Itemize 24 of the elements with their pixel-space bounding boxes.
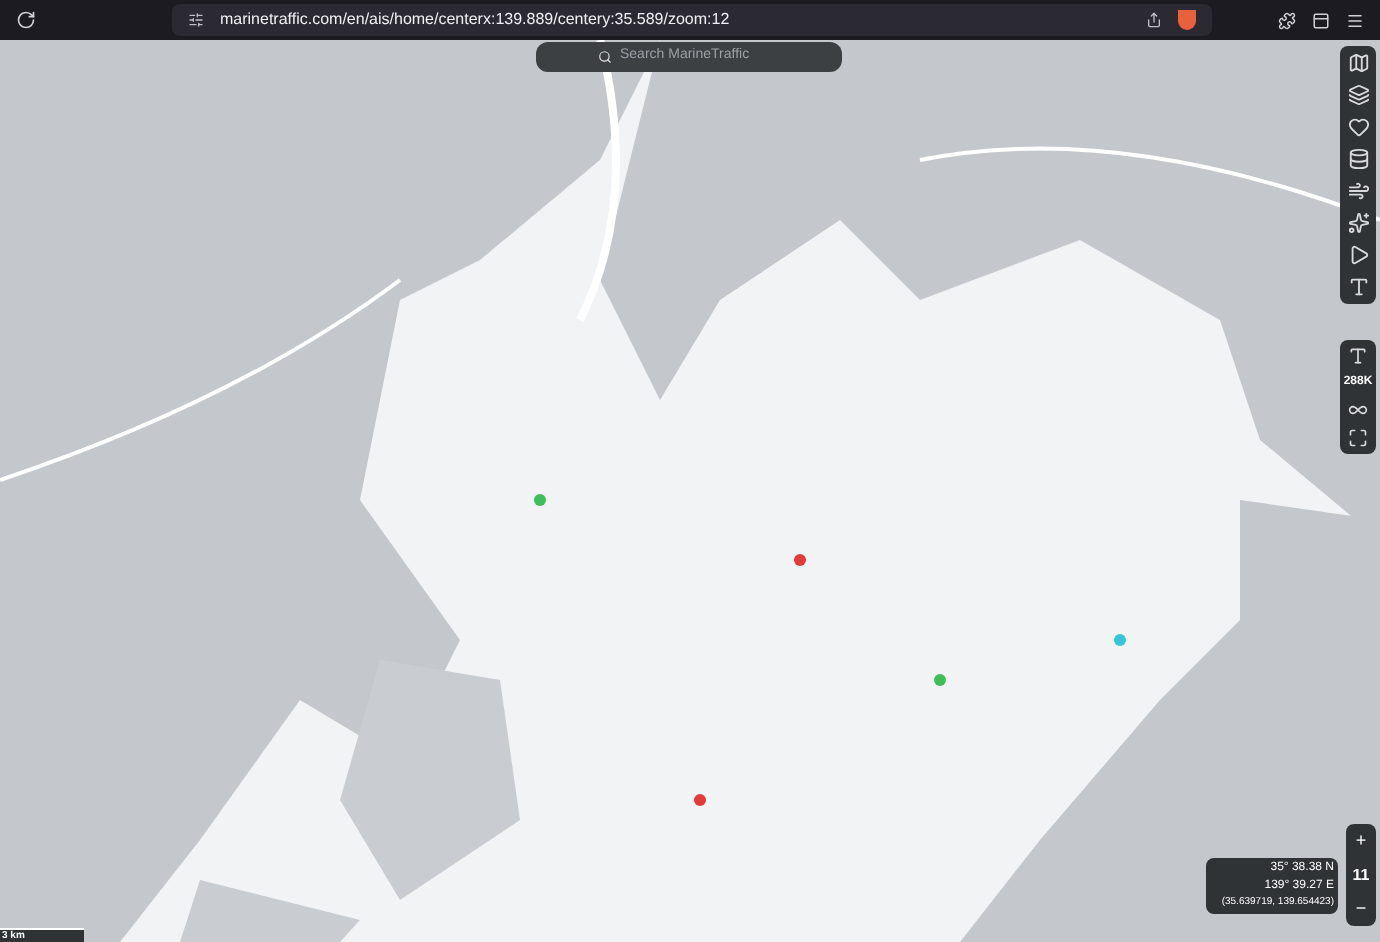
panel-icon[interactable] <box>1312 11 1330 29</box>
play-icon[interactable] <box>1347 244 1369 266</box>
zoom-in-button[interactable]: + <box>1355 824 1367 858</box>
wind-icon[interactable] <box>1347 180 1369 202</box>
reload-icon[interactable] <box>16 10 36 30</box>
letter-icon[interactable] <box>1347 276 1369 298</box>
menu-icon[interactable] <box>1346 11 1364 29</box>
database-icon[interactable] <box>1347 148 1369 170</box>
share-icon[interactable] <box>1146 12 1162 28</box>
fullscreen-icon[interactable] <box>1348 428 1368 448</box>
zoom-level: 11 <box>1352 864 1370 888</box>
layers-icon[interactable] <box>1347 84 1369 106</box>
shield-icon[interactable] <box>1178 10 1196 30</box>
address-bar[interactable]: marinetraffic.com/en/ais/home/centerx:139.889/centery:35.589/zoom:12 <box>172 4 1212 36</box>
sparkle-icon[interactable] <box>1347 212 1369 234</box>
site-settings-icon[interactable] <box>188 12 204 28</box>
heart-icon[interactable] <box>1347 116 1369 138</box>
extensions-icon[interactable] <box>1278 11 1296 29</box>
infinity-icon[interactable] <box>1348 400 1368 420</box>
zoom-out-button[interactable]: − <box>1355 892 1367 926</box>
search-icon <box>598 50 612 64</box>
url-text: marinetraffic.com/en/ais/home/centerx:139.889/centery:35.589/zoom:12 <box>220 8 730 32</box>
map-icon[interactable] <box>1347 52 1369 74</box>
letter-icon[interactable] <box>1348 346 1368 366</box>
